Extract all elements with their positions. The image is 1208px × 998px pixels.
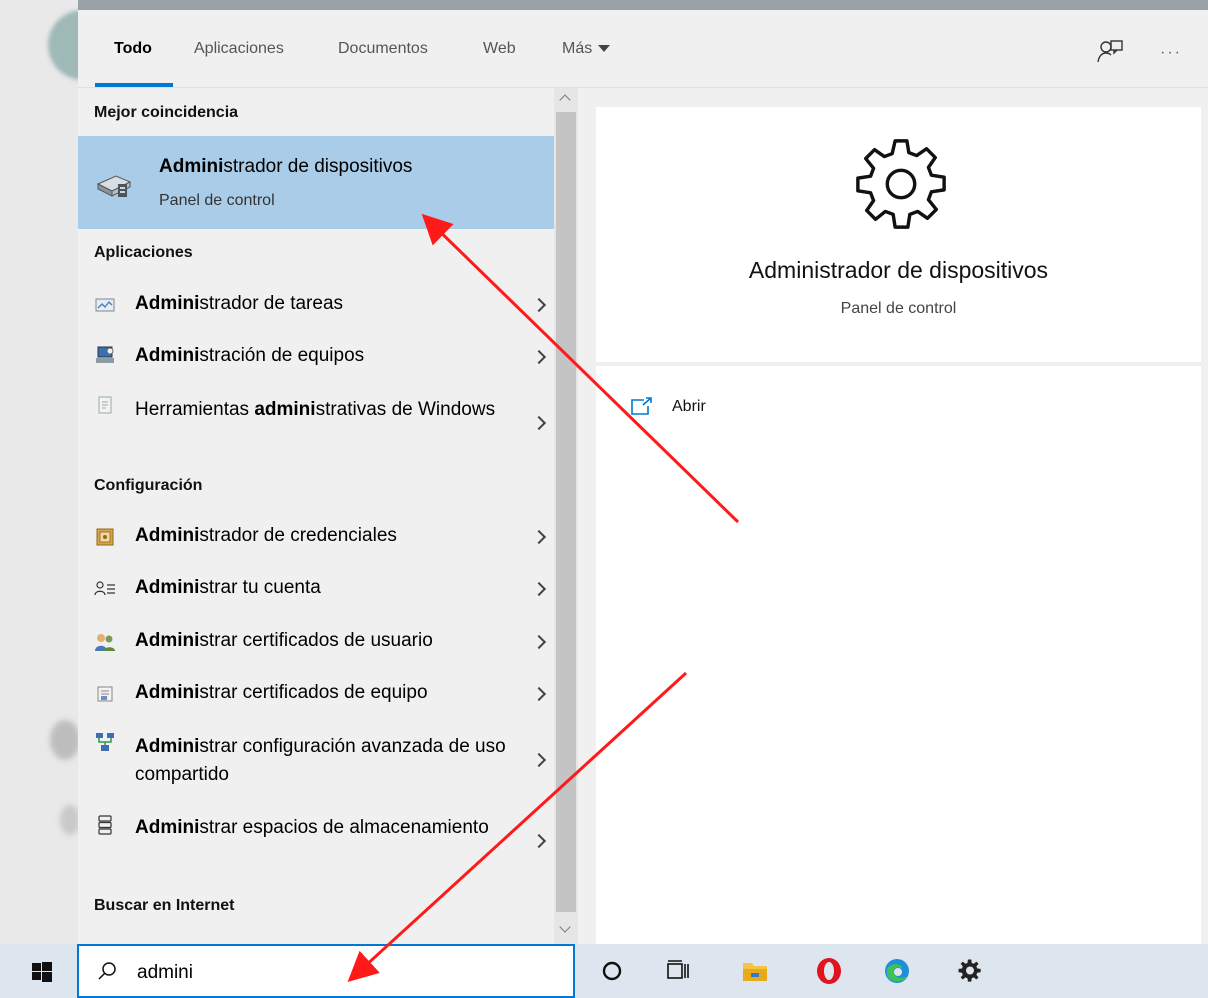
chevron-right-icon [531, 529, 547, 545]
preview-subtitle: Panel de control [840, 300, 957, 317]
background-app [0, 0, 78, 944]
account-icon [94, 581, 115, 596]
chevron-right-icon [531, 752, 547, 768]
open-icon [631, 397, 652, 415]
search-icon [98, 962, 116, 980]
result-label: Administrar certificados de usuario [135, 630, 433, 651]
gear-icon [856, 139, 946, 229]
chevron-right-icon [531, 634, 547, 650]
result-label: Administración de equipos [135, 345, 365, 366]
start-icon[interactable] [32, 962, 52, 982]
result-user-certificates[interactable]: Administrar certificados de usuario [78, 625, 554, 659]
result-computer-management[interactable]: Administración de equipos [78, 340, 554, 374]
background-element [50, 720, 78, 760]
result-computer-certificates[interactable]: Administrar certificados de equipo [78, 677, 554, 711]
result-label: Administrador de credenciales [135, 525, 397, 546]
result-manage-account[interactable]: Administrar tu cuenta [78, 572, 554, 606]
best-match-title: Administrador de dispositivos [159, 156, 413, 177]
storage-spaces-icon [98, 815, 112, 835]
result-label: Administrar certificados de equipo [135, 682, 428, 703]
results-list: Mejor coincidencia Administrador de disp… [78, 88, 554, 944]
settings-icon[interactable] [956, 957, 984, 985]
feedback-icon[interactable] [1096, 38, 1124, 66]
best-match-subtitle: Panel de control [159, 192, 275, 209]
tab-mas-label: Más [562, 40, 593, 57]
chevron-right-icon [531, 349, 547, 365]
open-action-label: Abrir [672, 398, 706, 415]
task-manager-icon [95, 298, 115, 312]
best-match-result[interactable]: Administrador de dispositivos Panel de c… [78, 136, 554, 229]
result-label: Administrar tu cuenta [135, 577, 321, 598]
section-title-apps: Aplicaciones [94, 244, 193, 261]
sharing-settings-icon [96, 733, 114, 751]
search-tabs: Todo Aplicaciones Documentos Web Más ··· [78, 10, 1208, 88]
result-label: Administrador de tareas [135, 293, 344, 314]
preview-actions: Abrir [596, 366, 1201, 944]
panel-top-border [78, 0, 1208, 10]
user-certificates-icon [95, 634, 115, 651]
search-input[interactable]: admini [137, 962, 193, 984]
taskbar: admini [0, 944, 1208, 998]
credential-manager-icon [96, 528, 114, 546]
caret-down-icon [598, 45, 611, 53]
scroll-down-icon[interactable] [559, 921, 571, 933]
chevron-right-icon [531, 297, 547, 313]
chevron-right-icon [531, 581, 547, 597]
result-label: Herramientas administrativas de Windows [135, 399, 496, 420]
result-admin-tools[interactable]: Herramientas administrativas de Windows [78, 392, 554, 452]
computer-certificates-icon [97, 686, 113, 702]
scroll-thumb[interactable] [556, 112, 576, 912]
task-view-icon[interactable] [664, 957, 692, 985]
section-title-internet: Buscar en Internet [94, 897, 235, 914]
section-title-settings: Configuración [94, 477, 203, 494]
background-element [60, 805, 78, 835]
section-title-best-match: Mejor coincidencia [94, 104, 239, 121]
tab-web[interactable]: Web [483, 40, 516, 58]
search-panel: Todo Aplicaciones Documentos Web Más ···… [78, 0, 1208, 944]
cortana-icon[interactable] [598, 957, 626, 985]
chevron-right-icon [531, 415, 547, 431]
active-tab-indicator [95, 83, 173, 87]
result-sharing-settings[interactable]: Administrar configuración avanzada de us… [78, 729, 554, 789]
result-storage-spaces[interactable]: Administrar espacios de almacenamiento [78, 810, 554, 870]
result-task-manager[interactable]: Administrador de tareas [78, 288, 554, 322]
results-scrollbar[interactable] [554, 88, 578, 944]
result-label: Administrar configuración avanzada de us… [135, 736, 506, 785]
file-explorer-icon[interactable] [741, 957, 769, 985]
preview-title: Administrador de dispositivos [748, 257, 1049, 283]
tab-documentos[interactable]: Documentos [338, 40, 428, 58]
admin-tools-icon [98, 396, 112, 414]
result-label: Administrar espacios de almacenamiento [135, 817, 489, 838]
background-avatar [48, 10, 78, 80]
edge-icon[interactable] [883, 957, 911, 985]
chevron-right-icon [531, 833, 547, 849]
preview-card: Administrador de dispositivos Panel de c… [596, 107, 1201, 362]
taskbar-search-box[interactable]: admini [77, 944, 575, 998]
tab-mas[interactable]: Más [562, 40, 611, 58]
opera-icon[interactable] [815, 957, 843, 985]
computer-management-icon [96, 346, 114, 363]
result-credential-manager[interactable]: Administrador de credenciales [78, 520, 554, 554]
scroll-up-icon[interactable] [559, 94, 571, 106]
chevron-right-icon [531, 686, 547, 702]
tab-aplicaciones[interactable]: Aplicaciones [194, 40, 284, 58]
more-options-icon[interactable]: ··· [1160, 44, 1182, 62]
tab-todo[interactable]: Todo [114, 40, 152, 58]
device-manager-icon [96, 175, 132, 197]
